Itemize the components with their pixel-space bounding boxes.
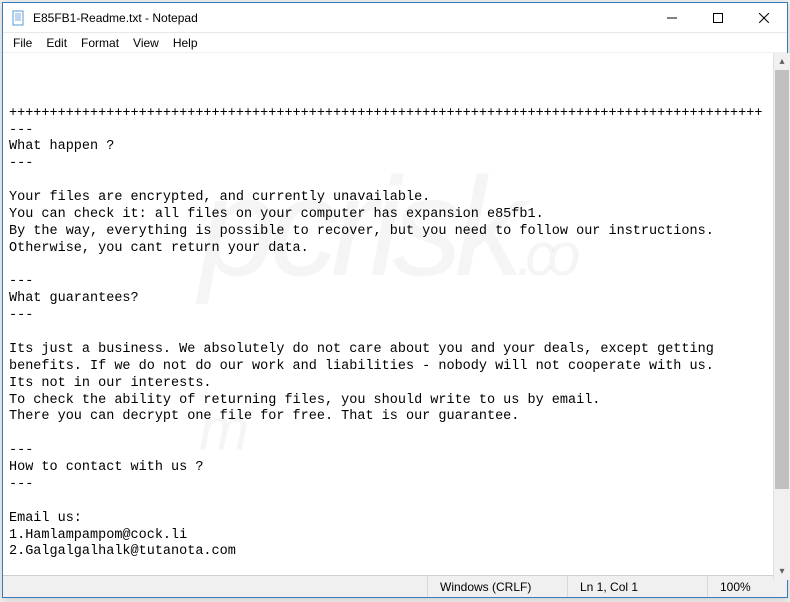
close-button[interactable] bbox=[741, 3, 787, 33]
titlebar[interactable]: E85FB1-Readme.txt - Notepad bbox=[3, 3, 787, 33]
window-title: E85FB1-Readme.txt - Notepad bbox=[33, 11, 649, 25]
menu-view[interactable]: View bbox=[127, 35, 165, 50]
maximize-button[interactable] bbox=[695, 3, 741, 33]
notepad-icon bbox=[11, 10, 27, 26]
menu-help[interactable]: Help bbox=[167, 35, 204, 50]
scroll-up-icon[interactable]: ▴ bbox=[774, 53, 790, 70]
status-spacer bbox=[3, 576, 427, 597]
document-text: ++++++++++++++++++++++++++++++++++++++++… bbox=[9, 106, 781, 575]
status-encoding: Windows (CRLF) bbox=[427, 576, 567, 597]
text-area[interactable]: pcrisk.com +++++++++++++++++++++++++++++… bbox=[3, 53, 787, 575]
menu-edit[interactable]: Edit bbox=[40, 35, 73, 50]
statusbar: Windows (CRLF) Ln 1, Col 1 100% bbox=[3, 575, 787, 597]
menu-file[interactable]: File bbox=[7, 35, 38, 50]
notepad-window: E85FB1-Readme.txt - Notepad File Edit Fo… bbox=[2, 2, 788, 598]
menubar: File Edit Format View Help bbox=[3, 33, 787, 53]
window-controls bbox=[649, 3, 787, 32]
minimize-button[interactable] bbox=[649, 3, 695, 33]
status-position: Ln 1, Col 1 bbox=[567, 576, 707, 597]
menu-format[interactable]: Format bbox=[75, 35, 125, 50]
